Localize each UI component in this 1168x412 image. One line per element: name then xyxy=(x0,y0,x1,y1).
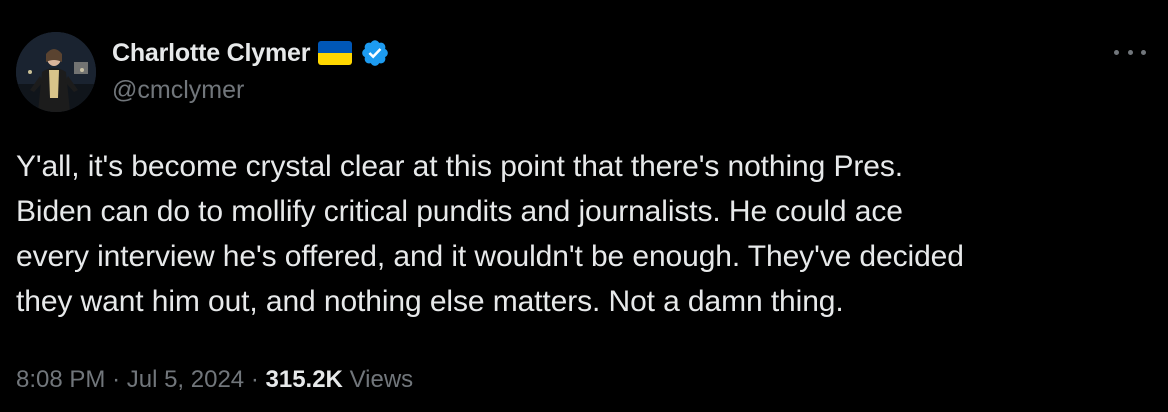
tweet-date[interactable]: Jul 5, 2024 xyxy=(127,366,244,393)
tweet-time[interactable]: 8:08 PM xyxy=(16,366,105,393)
ukraine-flag-icon xyxy=(318,41,353,65)
tweet-text-line: Biden can do to mollify critical pundits… xyxy=(16,195,903,228)
name-row: Charlotte Clymer xyxy=(112,34,390,72)
avatar-photo xyxy=(16,32,96,112)
tweet-text-line: Y'all, it's become crystal clear at this… xyxy=(16,150,903,183)
views-count: 315.2K xyxy=(265,366,343,393)
display-name[interactable]: Charlotte Clymer xyxy=(112,39,310,68)
avatar[interactable] xyxy=(16,32,96,112)
views-label: Views xyxy=(349,366,414,393)
tweet-text: Y'all, it's become crystal clear at this… xyxy=(16,144,1156,324)
meta-separator: · xyxy=(250,366,259,393)
tweet-header: Charlotte Clymer @cmclymer xyxy=(112,34,390,114)
tweet-text-line: every interview he's offered, and it wou… xyxy=(16,240,964,273)
meta-separator: · xyxy=(112,366,121,393)
more-options-icon[interactable] xyxy=(1114,44,1146,60)
tweet-meta: 8:08 PM · Jul 5, 2024 · 315.2K Views xyxy=(16,366,413,394)
tweet-text-line: they want him out, and nothing else matt… xyxy=(16,285,844,318)
handle[interactable]: @cmclymer xyxy=(112,76,390,105)
tweet: Charlotte Clymer @cmclymer Y'all, it's b… xyxy=(0,0,1168,412)
verified-badge-icon[interactable] xyxy=(360,38,390,68)
